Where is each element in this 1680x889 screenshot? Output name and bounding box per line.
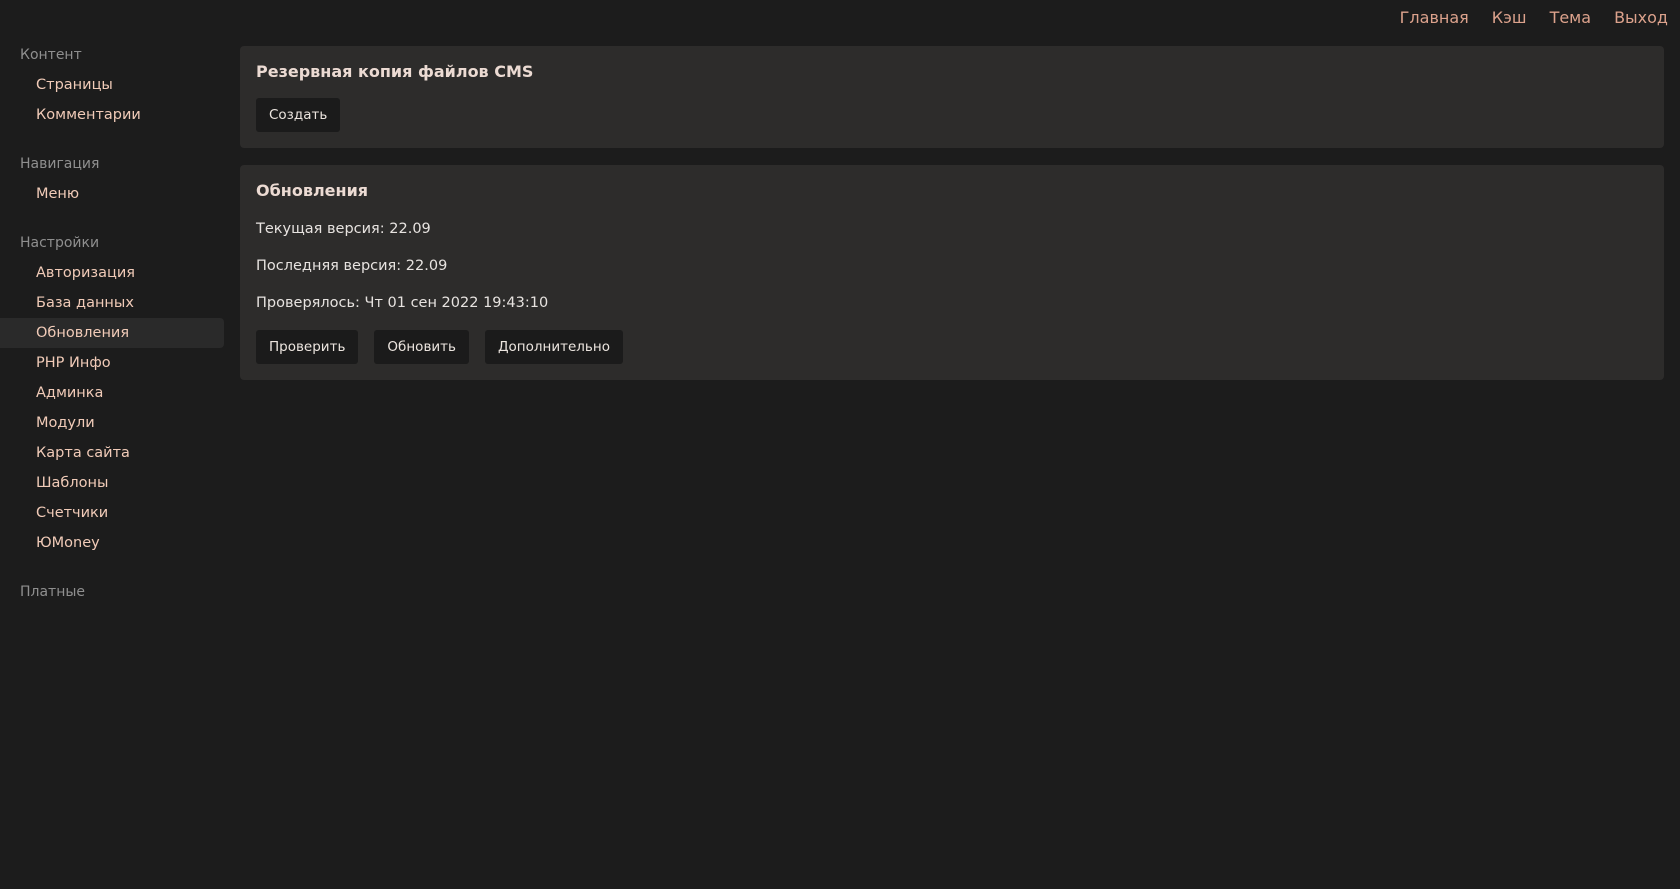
- sidebar-item-pages[interactable]: Страницы: [0, 70, 224, 100]
- sidebar-item-database[interactable]: База данных: [0, 288, 224, 318]
- check-updates-button[interactable]: Проверить: [256, 330, 359, 364]
- sidebar-item-templates[interactable]: Шаблоны: [0, 468, 224, 498]
- main-content: Резервная копия файлов CMS Создать Обнов…: [240, 46, 1664, 397]
- sidebar-item-auth[interactable]: Авторизация: [0, 258, 224, 288]
- backup-card: Резервная копия файлов CMS Создать: [240, 46, 1664, 148]
- update-button[interactable]: Обновить: [374, 330, 469, 364]
- create-backup-button[interactable]: Создать: [256, 98, 341, 132]
- sidebar-group-content: Контент Страницы Комментарии: [0, 40, 224, 130]
- sidebar-group-paid: Платные: [0, 577, 224, 607]
- sidebar-group-settings: Настройки Авторизация База данных Обновл…: [0, 228, 224, 558]
- nav-cache-link[interactable]: Кэш: [1492, 8, 1527, 27]
- sidebar-item-yoomoney[interactable]: ЮMoney: [0, 528, 224, 558]
- backup-title: Резервная копия файлов CMS: [256, 62, 534, 81]
- nav-logout-link[interactable]: Выход: [1614, 8, 1668, 27]
- sidebar-group-navigation: Навигация Меню: [0, 149, 224, 209]
- sidebar-item-sitemap[interactable]: Карта сайта: [0, 438, 224, 468]
- sidebar-item-admin[interactable]: Админка: [0, 378, 224, 408]
- sidebar-item-updates[interactable]: Обновления: [0, 318, 224, 348]
- updates-title: Обновления: [256, 181, 369, 200]
- last-checked: Проверялось: Чт 01 сен 2022 19:43:10: [256, 295, 549, 311]
- sidebar-item-modules[interactable]: Модули: [0, 408, 224, 438]
- sidebar-item-menu[interactable]: Меню: [0, 179, 224, 209]
- sidebar-group-title[interactable]: Платные: [0, 577, 224, 607]
- top-navigation: Главная Кэш Тема Выход: [1400, 0, 1668, 34]
- sidebar-group-title: Контент: [20, 47, 82, 63]
- sidebar: Контент Страницы Комментарии Навигация М…: [0, 40, 224, 626]
- sidebar-group-title: Настройки: [20, 235, 100, 251]
- sidebar-item-php-info[interactable]: PHP Инфо: [0, 348, 224, 378]
- updates-actions: Проверить Обновить Дополнительно: [256, 330, 1648, 364]
- advanced-button[interactable]: Дополнительно: [485, 330, 623, 364]
- nav-home-link[interactable]: Главная: [1400, 8, 1469, 27]
- backup-actions: Создать: [256, 98, 1648, 132]
- sidebar-item-counters[interactable]: Счетчики: [0, 498, 224, 528]
- sidebar-item-comments[interactable]: Комментарии: [0, 100, 224, 130]
- latest-version: Последняя версия: 22.09: [256, 258, 448, 274]
- updates-card: Обновления Текущая версия: 22.09 Последн…: [240, 165, 1664, 380]
- nav-theme-link[interactable]: Тема: [1550, 8, 1592, 27]
- sidebar-group-title: Навигация: [20, 156, 100, 172]
- current-version: Текущая версия: 22.09: [256, 221, 431, 237]
